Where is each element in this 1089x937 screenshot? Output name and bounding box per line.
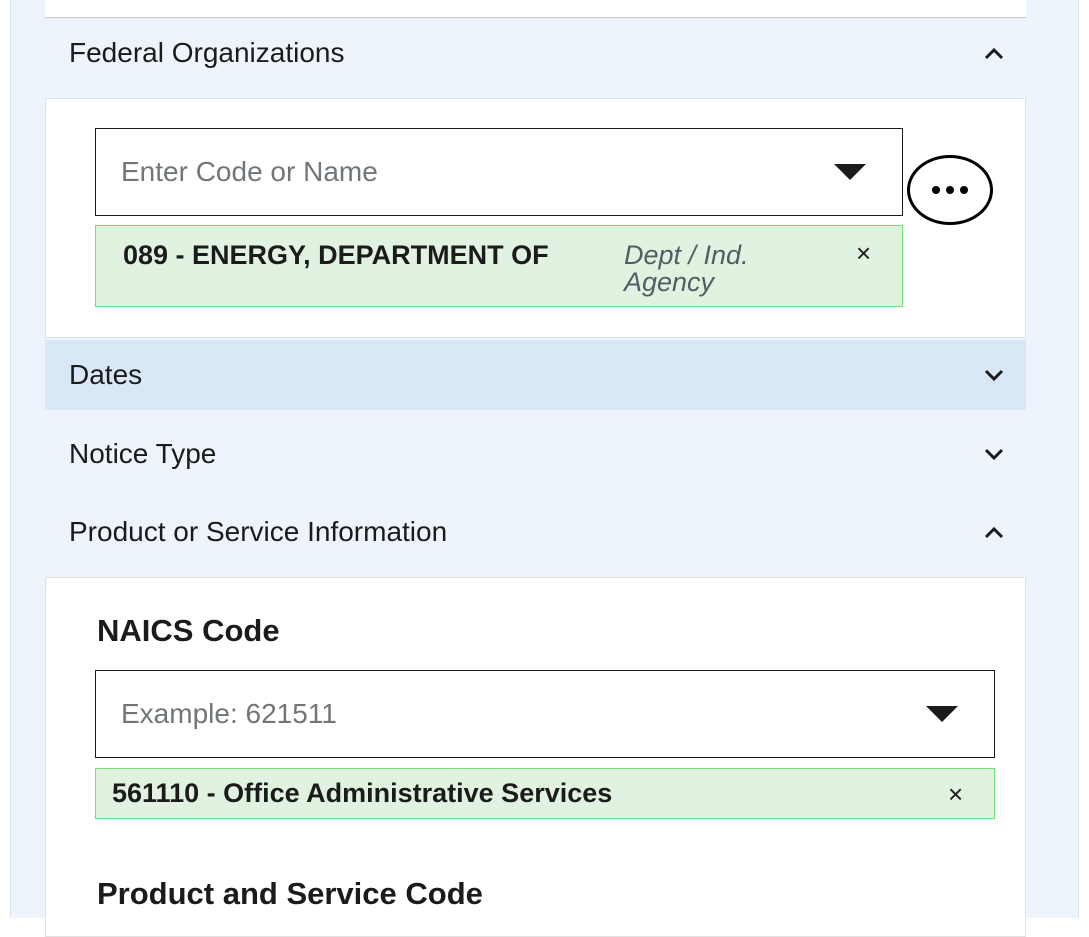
accordion-title: Product or Service Information (69, 516, 448, 547)
chevron-up-icon (980, 39, 1008, 67)
chevron-down-icon (980, 440, 1008, 468)
close-icon[interactable]: × (948, 779, 963, 810)
more-horizontal-icon (932, 186, 968, 194)
accordion-title: Federal Organizations (69, 37, 345, 68)
accordion-dates[interactable]: Dates (45, 340, 1026, 410)
accordion-notice-type[interactable]: Notice Type (45, 419, 1026, 489)
selected-federal-org-chip: 089 - ENERGY, DEPARTMENT OF Dept / Ind. … (95, 225, 903, 307)
accordion-product-service-info[interactable]: Product or Service Information (45, 497, 1026, 567)
chevron-up-icon (980, 518, 1008, 546)
chevron-down-icon (980, 361, 1008, 389)
selected-naics-chip: 561110 - Office Administrative Services … (95, 768, 995, 819)
accordion-title: Notice Type (69, 438, 217, 469)
top-divider (45, 0, 1026, 18)
naics-input[interactable] (121, 698, 820, 730)
chip-type: Dept / Ind. Agency (624, 240, 749, 297)
more-options-button[interactable] (907, 155, 993, 225)
product-service-code-heading: Product and Service Code (97, 876, 483, 911)
naics-code-heading: NAICS Code (97, 613, 280, 648)
caret-down-icon[interactable] (926, 706, 958, 722)
naics-combobox[interactable] (95, 670, 995, 758)
accordion-federal-organizations[interactable]: Federal Organizations (45, 18, 1026, 88)
close-icon[interactable]: × (856, 238, 871, 269)
federal-org-combobox[interactable] (95, 128, 903, 216)
chip-label: 089 - ENERGY, DEPARTMENT OF (123, 240, 549, 270)
chip-label: 561110 - Office Administrative Services (112, 778, 613, 808)
federal-org-input[interactable] (121, 156, 746, 188)
accordion-title: Dates (69, 359, 143, 390)
caret-down-icon[interactable] (834, 164, 866, 180)
